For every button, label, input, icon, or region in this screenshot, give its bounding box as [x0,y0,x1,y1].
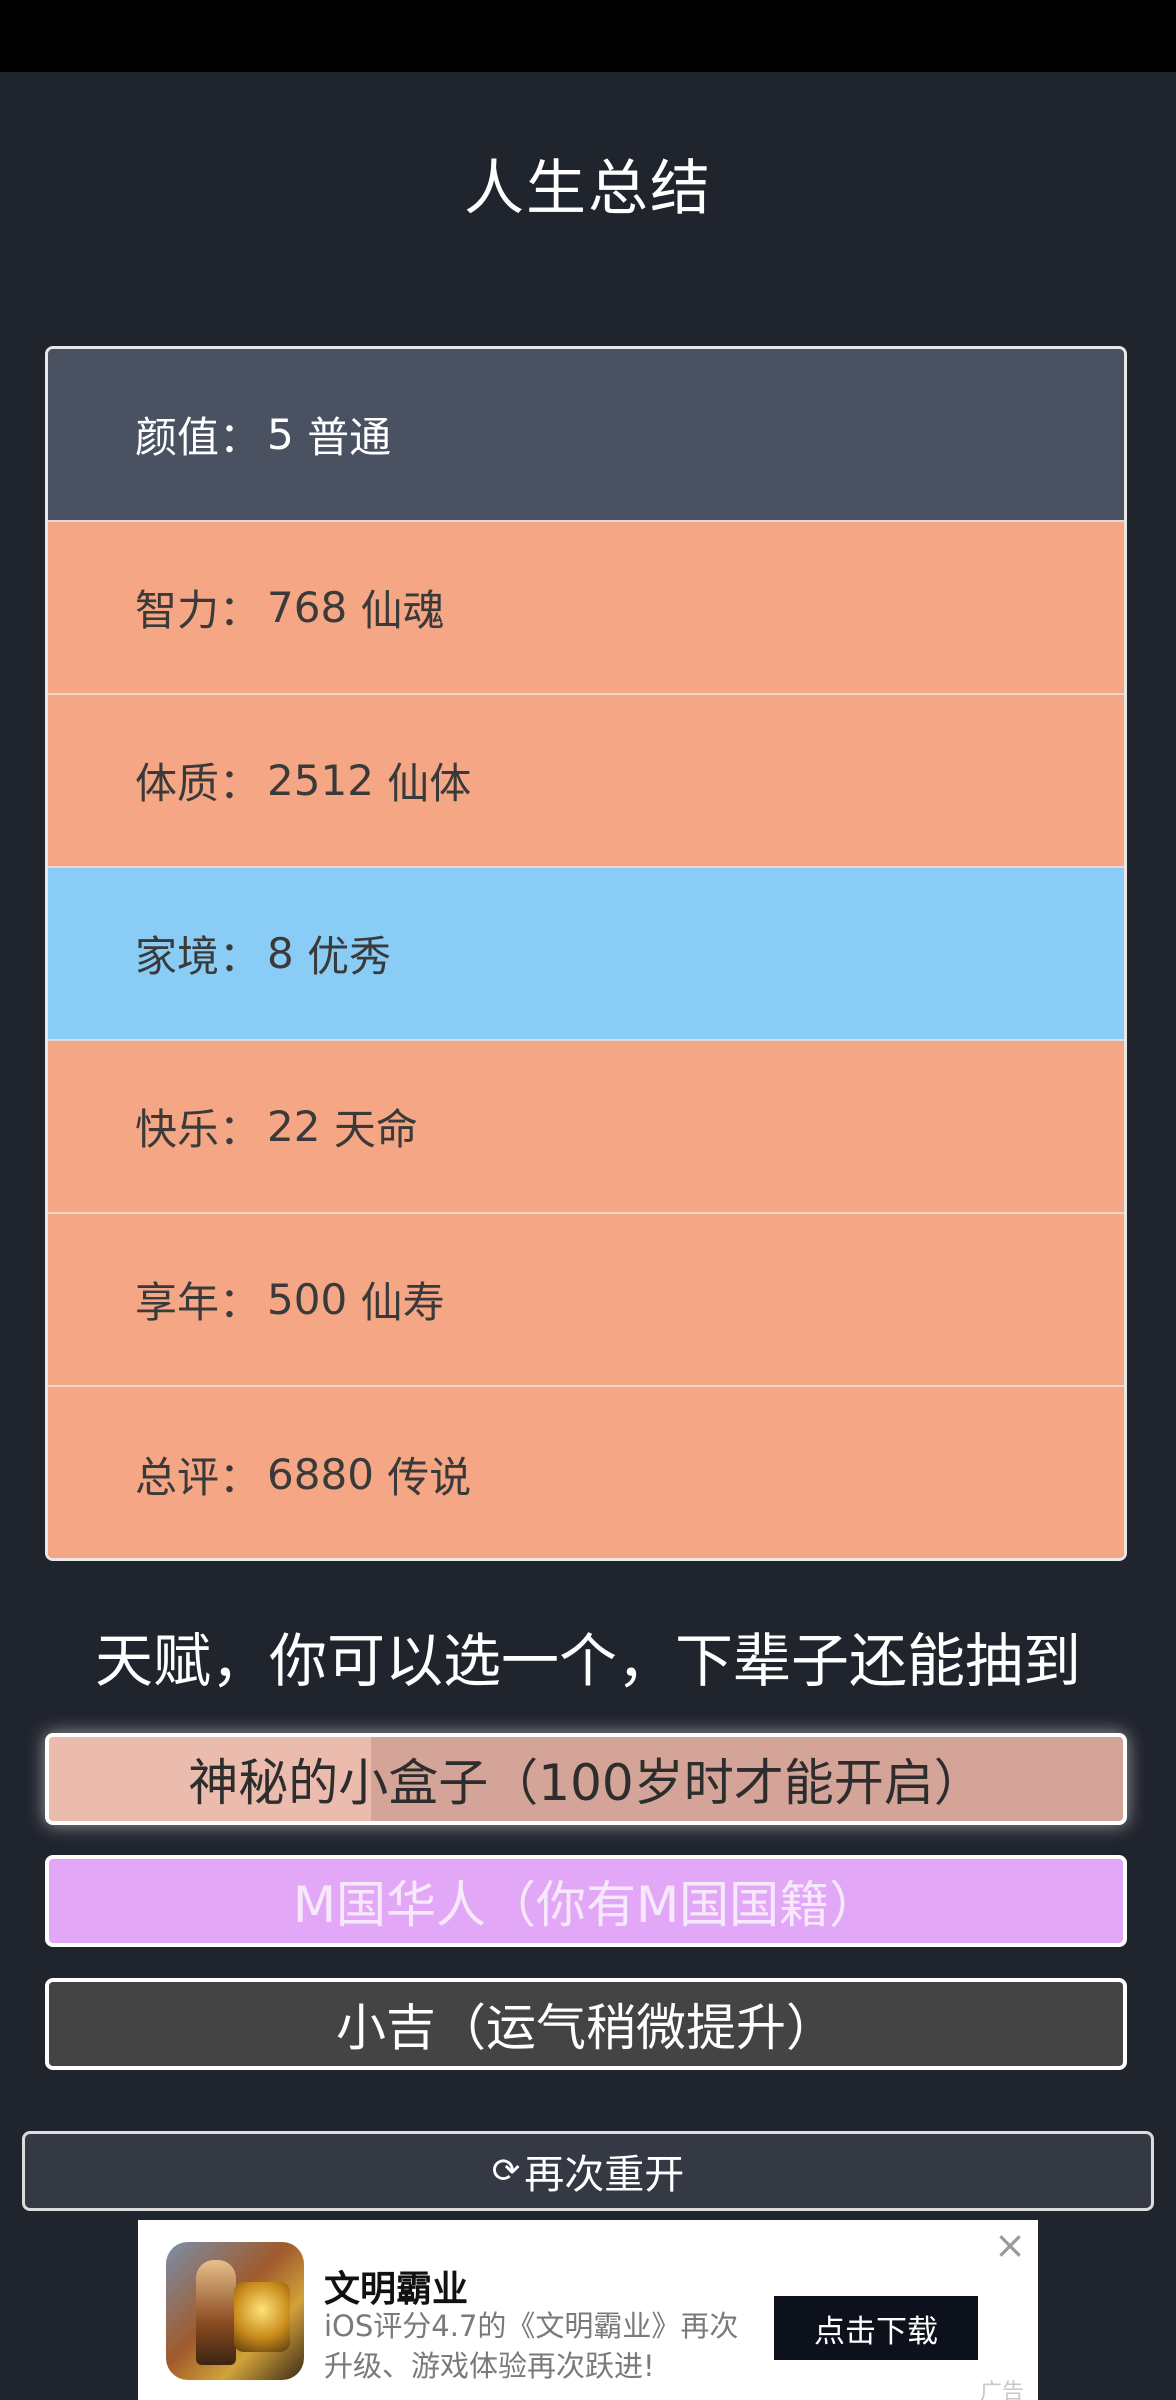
summary-row-family: 家境： 8 优秀 [48,868,1124,1041]
summary-label: 家境 [135,932,220,981]
summary-row-intelligence: 智力： 768 仙魂 [48,522,1124,695]
summary-value: 6880 [267,1449,374,1499]
summary-label: 快乐 [135,1105,220,1154]
summary-row-appearance: 颜值： 5 普通 [48,349,1124,522]
summary-grade: 普通 [307,413,392,462]
page-title: 人生总结 [464,154,712,224]
talent-option-m-nationality[interactable]: M国华人（你有M国国籍） [45,1855,1127,1947]
summary-value: 2512 [267,756,374,805]
talent-option-label: 神秘的小盒子（100岁时才能开启） [188,1754,984,1812]
summary-table: 颜值： 5 普通 智力： 768 仙魂 体质： 2512 仙体 家境： 8 优秀 快乐：… [45,346,1127,1561]
refresh-icon: ⟳ [491,2151,521,2191]
summary-value: 8 [267,929,294,978]
summary-row-constitution: 体质： 2512 仙体 [48,695,1124,868]
summary-separator: ： [219,1452,262,1502]
treasure-crown [234,2282,290,2352]
close-icon[interactable]: × [994,2226,1026,2264]
summary-value: 768 [267,583,348,632]
warrior-figure [196,2260,236,2365]
status-bar [0,0,1176,72]
talent-option-label: M国华人（你有M国国籍） [292,1876,880,1934]
summary-value: 22 [267,1102,321,1151]
summary-separator: ： [219,1105,262,1154]
summary-row-happiness: 快乐： 22 天命 [48,1041,1124,1214]
ad-description: iOS评分4.7的《文明霸业》再次升级、游戏体验再次跃进! [324,2309,739,2383]
ad-title: 文明霸业 [324,2269,469,2310]
restart-button[interactable]: ⟳ 再次重开 [22,2131,1154,2211]
summary-row-overall: 总评： 6880 传说 [48,1387,1124,1558]
talent-heading: 天赋，你可以选一个，下辈子还能抽到 [94,1627,1081,1695]
summary-separator: ： [219,1278,262,1327]
talent-option-mystery-box[interactable]: 神秘的小盒子（100岁时才能开启） [45,1733,1127,1825]
summary-grade: 传说 [387,1452,472,1502]
summary-separator: ： [219,413,262,462]
summary-label: 总评 [135,1452,220,1502]
ad-download-button[interactable]: 点击下载 [774,2296,978,2360]
summary-grade: 优秀 [307,932,392,981]
talent-option-small-luck[interactable]: 小吉（运气稍微提升） [45,1978,1127,2070]
summary-label: 体质 [135,759,220,808]
talent-option-label: 小吉（运气稍微提升） [336,1999,836,2057]
ad-tag: 广告 [979,2380,1024,2400]
summary-value: 500 [267,1275,348,1324]
summary-grade: 仙寿 [360,1278,445,1327]
summary-separator: ： [219,759,262,808]
summary-separator: ： [219,932,262,981]
summary-label: 颜值 [135,413,220,462]
app-icon [166,2242,304,2380]
summary-grade: 仙魂 [360,586,445,635]
ad-banner[interactable]: 文明霸业 iOS评分4.7的《文明霸业》再次升级、游戏体验再次跃进! 点击下载 … [138,2220,1038,2400]
summary-label: 享年 [135,1278,220,1327]
summary-grade: 仙体 [387,759,472,808]
summary-value: 5 [267,410,294,459]
summary-grade: 天命 [333,1105,418,1154]
summary-row-lifespan: 享年： 500 仙寿 [48,1214,1124,1387]
restart-label: 再次重开 [524,2152,685,2198]
summary-label: 智力 [135,586,220,635]
summary-separator: ： [219,586,262,635]
